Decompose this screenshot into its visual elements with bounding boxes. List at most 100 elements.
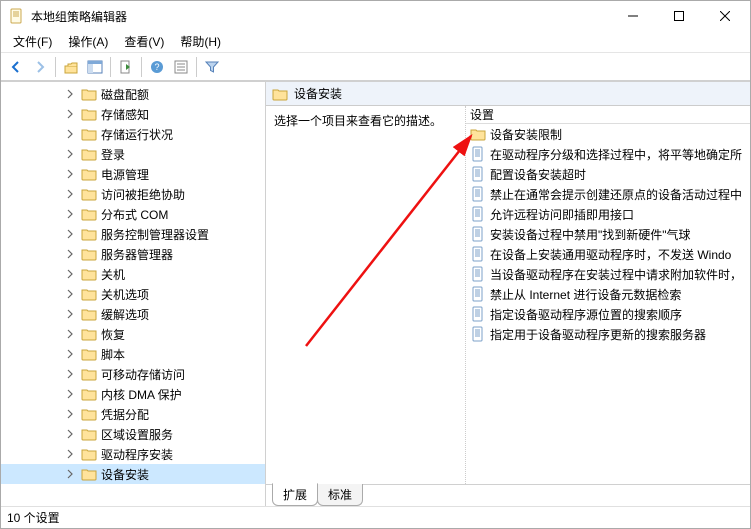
tree-item-label: 脚本: [101, 346, 125, 363]
minimize-button[interactable]: [610, 1, 656, 31]
list-row-policy[interactable]: 当设备驱动程序在安装过程中请求附加软件时，: [466, 264, 750, 284]
tree-item[interactable]: 登录: [1, 144, 265, 164]
folder-icon: [81, 226, 97, 242]
help-button[interactable]: ?: [146, 56, 168, 78]
up-button[interactable]: [60, 56, 82, 78]
folder-icon: [81, 266, 97, 282]
tree-item[interactable]: 关机: [1, 264, 265, 284]
folder-icon: [81, 246, 97, 262]
list-row-label: 设备安装限制: [490, 126, 562, 143]
folder-icon: [81, 446, 97, 462]
tree-item-label: 区域设置服务: [101, 426, 173, 443]
tree-item[interactable]: 设备安装: [1, 464, 265, 484]
list-row-label: 禁止在通常会提示创建还原点的设备活动过程中: [490, 186, 742, 203]
tree-pane[interactable]: 磁盘配额存储感知存储运行状况登录电源管理访问被拒绝协助分布式 COM 服务控制管理…: [1, 82, 266, 506]
tree-item-label: 设备安装: [101, 466, 149, 483]
menu-action[interactable]: 操作(A): [60, 31, 116, 52]
list-row-label: 允许远程访问即插即用接口: [490, 206, 634, 223]
tree-item-label: 服务器管理器: [101, 246, 173, 263]
tree-item[interactable]: 存储运行状况: [1, 124, 265, 144]
menu-bar: 文件(F) 操作(A) 查看(V) 帮助(H): [1, 31, 750, 53]
list-row-policy[interactable]: 在驱动程序分级和选择过程中，将平等地确定所: [466, 144, 750, 164]
tab-extended[interactable]: 扩展: [272, 483, 318, 506]
list-row-policy[interactable]: 指定用于设备驱动程序更新的搜索服务器: [466, 324, 750, 344]
folder-icon: [81, 166, 97, 182]
chevron-right-icon: [65, 309, 75, 319]
tree-item[interactable]: 区域设置服务: [1, 424, 265, 444]
tree-item-label: 关机选项: [101, 286, 149, 303]
folder-icon: [81, 126, 97, 142]
policy-icon: [470, 306, 486, 322]
tree-item[interactable]: 电源管理: [1, 164, 265, 184]
export-button[interactable]: [115, 56, 137, 78]
menu-help[interactable]: 帮助(H): [172, 31, 229, 52]
chevron-right-icon: [65, 169, 75, 179]
tree-item-label: 分布式 COM: [101, 206, 168, 223]
policy-icon: [470, 246, 486, 262]
tab-standard[interactable]: 标准: [317, 484, 363, 506]
list-row-policy[interactable]: 禁止在通常会提示创建还原点的设备活动过程中: [466, 184, 750, 204]
tree-item[interactable]: 驱动程序安装: [1, 444, 265, 464]
tree-item[interactable]: 缓解选项: [1, 304, 265, 324]
folder-icon: [81, 206, 97, 222]
tree-item[interactable]: 磁盘配额: [1, 84, 265, 104]
tree-item-label: 服务控制管理器设置: [101, 226, 209, 243]
tree-item[interactable]: 存储感知: [1, 104, 265, 124]
tree-item[interactable]: 可移动存储访问: [1, 364, 265, 384]
list-header[interactable]: 设置: [466, 106, 750, 124]
policy-icon: [470, 326, 486, 342]
chevron-right-icon: [65, 129, 75, 139]
folder-icon: [272, 86, 288, 102]
list-header-settings: 设置: [470, 106, 494, 123]
window-title: 本地组策略编辑器: [31, 8, 610, 25]
list-row-policy[interactable]: 指定设备驱动程序源位置的搜索顺序: [466, 304, 750, 324]
list-row-policy[interactable]: 安装设备过程中禁用"找到新硬件"气球: [466, 224, 750, 244]
description-column: 选择一个项目来查看它的描述。: [266, 106, 466, 484]
tree-item[interactable]: 关机选项: [1, 284, 265, 304]
details-body: 选择一个项目来查看它的描述。 设置 设备安装限制在驱动程序分级和选择过程中，将平…: [266, 106, 750, 484]
show-hide-tree-button[interactable]: [84, 56, 106, 78]
tree-item[interactable]: 分布式 COM: [1, 204, 265, 224]
tree-item-label: 关机: [101, 266, 125, 283]
list-row-label: 配置设备安装超时: [490, 166, 586, 183]
chevron-right-icon: [65, 209, 75, 219]
forward-button[interactable]: [29, 56, 51, 78]
policy-icon: [470, 146, 486, 162]
filter-button[interactable]: [201, 56, 223, 78]
status-bar: 10 个设置: [1, 506, 750, 528]
maximize-button[interactable]: [656, 1, 702, 31]
tree-item[interactable]: 凭据分配: [1, 404, 265, 424]
list-row-policy[interactable]: 禁止从 Internet 进行设备元数据检索: [466, 284, 750, 304]
toolbar-separator: [196, 57, 197, 77]
folder-icon: [81, 406, 97, 422]
tree-item-label: 驱动程序安装: [101, 446, 173, 463]
back-button[interactable]: [5, 56, 27, 78]
properties-button[interactable]: [170, 56, 192, 78]
tree-item[interactable]: 脚本: [1, 344, 265, 364]
list-row-policy[interactable]: 允许远程访问即插即用接口: [466, 204, 750, 224]
list-row-label: 在设备上安装通用驱动程序时，不发送 Windo: [490, 246, 731, 263]
chevron-right-icon: [65, 149, 75, 159]
chevron-right-icon: [65, 249, 75, 259]
folder-icon: [81, 286, 97, 302]
list-rows[interactable]: 设备安装限制在驱动程序分级和选择过程中，将平等地确定所配置设备安装超时禁止在通常…: [466, 124, 750, 484]
tree-item[interactable]: 服务器管理器: [1, 244, 265, 264]
tree-item[interactable]: 访问被拒绝协助: [1, 184, 265, 204]
details-pane: 设备安装 选择一个项目来查看它的描述。 设置 设备安装限制在驱动程序分级和选择过…: [266, 82, 750, 506]
folder-icon: [81, 346, 97, 362]
list-row-policy[interactable]: 配置设备安装超时: [466, 164, 750, 184]
close-button[interactable]: [702, 1, 748, 31]
tree-item[interactable]: 内核 DMA 保护: [1, 384, 265, 404]
menu-view[interactable]: 查看(V): [116, 31, 172, 52]
tree-item[interactable]: 恢复: [1, 324, 265, 344]
list-row-label: 指定设备驱动程序源位置的搜索顺序: [490, 306, 682, 323]
list-row-label: 禁止从 Internet 进行设备元数据检索: [490, 286, 681, 303]
list-row-policy[interactable]: 在设备上安装通用驱动程序时，不发送 Windo: [466, 244, 750, 264]
tree-item[interactable]: 服务控制管理器设置: [1, 224, 265, 244]
list-row-folder[interactable]: 设备安装限制: [466, 124, 750, 144]
tree-item-label: 登录: [101, 146, 125, 163]
menu-file[interactable]: 文件(F): [5, 31, 60, 52]
title-bar: 本地组策略编辑器: [1, 1, 750, 31]
tree-item-label: 恢复: [101, 326, 125, 343]
chevron-right-icon: [65, 229, 75, 239]
